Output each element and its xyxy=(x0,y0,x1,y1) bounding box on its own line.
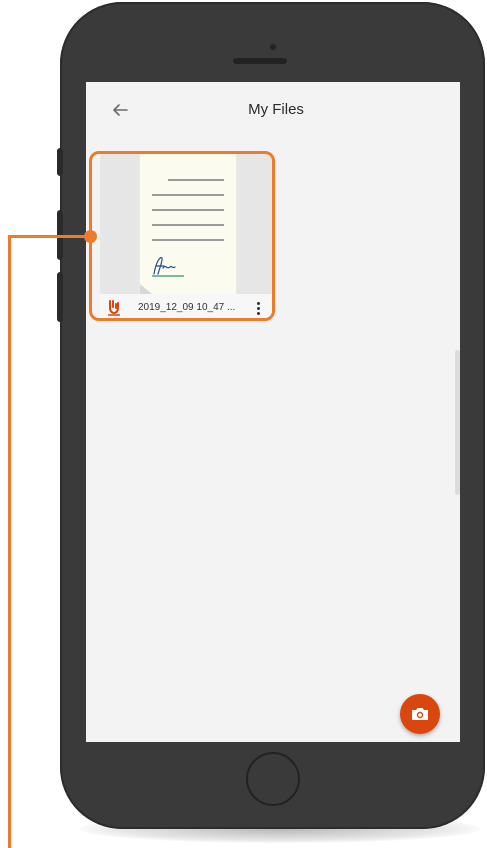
device-volume-down-button xyxy=(57,272,63,322)
signature-icon xyxy=(152,257,184,277)
home-button[interactable] xyxy=(246,752,300,806)
page-title: My Files xyxy=(248,101,304,118)
text-line xyxy=(152,194,224,196)
scrollbar[interactable] xyxy=(455,350,460,495)
text-line xyxy=(152,209,224,211)
app-screen: My Files 2019_12_09 10_47 ... xyxy=(86,82,460,742)
camera-icon xyxy=(412,708,428,720)
file-thumbnail[interactable] xyxy=(100,154,272,294)
app-header: My Files xyxy=(86,82,460,138)
text-line xyxy=(152,224,224,226)
camera-button[interactable] xyxy=(400,694,440,734)
document-preview xyxy=(140,154,236,294)
file-card[interactable]: 2019_12_09 10_47 ... xyxy=(100,154,272,322)
page-curl xyxy=(140,284,152,294)
front-camera xyxy=(270,44,276,50)
file-name: 2019_12_09 10_47 ... xyxy=(138,302,236,313)
callout-line-horizontal xyxy=(8,235,88,238)
text-line xyxy=(152,239,224,241)
device-side-button xyxy=(57,148,63,176)
pdf-icon xyxy=(108,300,120,316)
earpiece-speaker xyxy=(233,58,287,64)
text-line xyxy=(168,179,224,181)
file-card-footer: 2019_12_09 10_47 ... xyxy=(100,294,272,322)
more-vert-icon[interactable] xyxy=(250,299,266,317)
callout-line-vertical xyxy=(8,235,11,848)
